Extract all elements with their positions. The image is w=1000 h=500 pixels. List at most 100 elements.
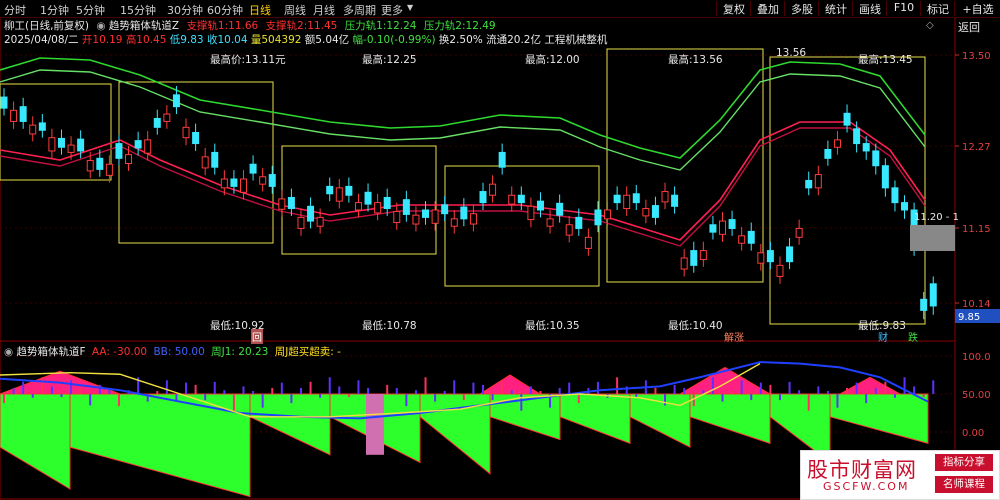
bar-open: 开10.19 xyxy=(81,34,123,46)
sub-signal: 周J超买超卖: - xyxy=(274,346,341,358)
crosshair-label: 11.20 - 1 xyxy=(914,212,959,223)
period-tab-6[interactable]: 日线 xyxy=(249,2,271,18)
candle-body xyxy=(546,218,554,227)
toolbar-button-6[interactable]: 标记 xyxy=(920,1,955,16)
price-tick: 11.15 xyxy=(962,224,991,235)
candle-body xyxy=(843,112,851,126)
toolbar-button-5[interactable]: F10 xyxy=(886,1,921,16)
period-tab-7[interactable]: 周线 xyxy=(284,2,306,18)
box-high-label: 最高:12.25 xyxy=(362,54,417,66)
period-tab-10[interactable]: 更多 xyxy=(381,2,403,18)
candle-body xyxy=(786,246,794,263)
toolbar-button-3[interactable]: 统计 xyxy=(818,1,853,16)
candle-body xyxy=(316,216,324,227)
candle-body xyxy=(326,185,334,195)
osc-tick: 50.00 xyxy=(962,390,991,401)
indicator-gear-icon[interactable]: ◉ xyxy=(96,20,105,32)
candle-body xyxy=(172,94,180,108)
candle-body xyxy=(67,144,75,153)
pressure1-value: 12.24 xyxy=(386,20,417,32)
candle-body xyxy=(766,250,774,263)
candle-body xyxy=(240,178,247,193)
candle-body xyxy=(268,174,276,187)
support1-value: 11.66 xyxy=(228,20,259,32)
candle-body xyxy=(805,179,813,189)
support1-label: 支撑轨1: xyxy=(186,20,229,32)
candle-body xyxy=(651,205,659,218)
candle-body xyxy=(29,124,37,135)
bar-volume: 量504392 xyxy=(250,34,302,46)
period-tab-9[interactable]: 多周期 xyxy=(343,2,376,18)
candle-body xyxy=(536,200,544,211)
toolbar-button-4[interactable]: 画线 xyxy=(852,1,887,16)
box-high-label: 最高:12.00 xyxy=(525,54,580,66)
period-tab-3[interactable]: 15分钟 xyxy=(120,2,156,18)
osc-pink-area xyxy=(838,376,902,395)
candle-body xyxy=(881,165,889,189)
period-tab-2[interactable]: 5分钟 xyxy=(76,2,105,18)
marker-die: 跌 xyxy=(908,333,918,344)
trend-boxes xyxy=(0,48,926,325)
candle-body xyxy=(479,191,487,204)
candle-body xyxy=(613,194,621,204)
bar-close: 收10.04 xyxy=(206,34,248,46)
candle-body xyxy=(642,208,650,217)
period-tab-8[interactable]: 月线 xyxy=(313,2,335,18)
candle-body xyxy=(872,150,880,167)
sub-zj1: 周J1: 20.23 xyxy=(211,346,269,358)
indicator-name[interactable]: 趋势箱体轨道Z xyxy=(109,20,179,32)
candle-body xyxy=(450,218,458,227)
candle-body xyxy=(517,194,525,204)
sub-indicator-name[interactable]: 趋势箱体轨道F xyxy=(17,346,86,358)
candle-body xyxy=(335,187,343,202)
candle-body xyxy=(38,122,46,131)
toolbar-button-2[interactable]: 多股 xyxy=(784,1,819,16)
candle-body xyxy=(153,117,161,128)
stock-name[interactable]: 柳工(日线,前复权) xyxy=(4,20,89,32)
candle-body xyxy=(929,283,937,307)
sub-gear-icon[interactable]: ◉ xyxy=(4,346,13,358)
candle-body xyxy=(431,209,439,224)
header-line-1: 柳工(日线,前复权) ◉ 趋势箱体轨道Z 支撑轨1:11.66 支撑轨2:11.… xyxy=(4,18,496,33)
candle-body xyxy=(297,216,305,229)
candle-body xyxy=(690,250,698,266)
box-high-label: 最高:13.56 xyxy=(668,54,723,66)
candle-body xyxy=(259,176,267,185)
watermark: 股市财富网 GSCFW.COM 指标分享 名师课程 xyxy=(800,450,1000,500)
candle-body xyxy=(163,113,171,122)
back-button[interactable]: 返回 xyxy=(958,19,980,35)
toolbar-button-7[interactable]: +自选 xyxy=(954,1,1000,16)
period-tab-4[interactable]: 30分钟 xyxy=(167,2,203,18)
bar-high: 高10.45 xyxy=(125,34,167,46)
candle-body xyxy=(211,151,219,168)
candle-body xyxy=(393,210,401,224)
toolbar-button-0[interactable]: 复权 xyxy=(716,1,751,16)
more-chevron-icon[interactable]: ▼ xyxy=(407,3,413,12)
period-tab-5[interactable]: 60分钟 xyxy=(207,2,243,18)
oscillator-layer xyxy=(0,361,935,498)
period-tab-0[interactable]: 分时 xyxy=(4,2,26,18)
candle-body xyxy=(278,198,286,210)
candle-body xyxy=(738,235,746,244)
box-high-label: 最高价:13.11元 xyxy=(210,54,286,66)
header-line-2: 2025/04/08/二 开10.19 高10.45 低9.83 收10.04 … xyxy=(4,32,607,47)
bar-low: 低9.83 xyxy=(169,34,204,46)
chart-area[interactable]: 13.50 12.27 11.15 10.14 100.0 50.00 0.00 9.85 11… xyxy=(0,0,1000,500)
candle-body xyxy=(833,139,841,148)
candle-body xyxy=(719,220,726,235)
candle-body xyxy=(412,214,420,225)
candle-body xyxy=(201,156,209,169)
box-high-label: 最高:13.45 xyxy=(858,54,913,66)
toolbar-button-1[interactable]: 叠加 xyxy=(750,1,785,16)
candle-body xyxy=(354,202,362,211)
pressure2-label: 压力轨2: xyxy=(423,20,466,32)
watermark-sub: GSCFW.COM xyxy=(823,480,910,493)
period-tab-1[interactable]: 1分钟 xyxy=(40,2,69,18)
marker-hui: 回 xyxy=(251,329,263,344)
box-low-label: 最低:10.78 xyxy=(362,320,417,332)
candle-body xyxy=(374,202,382,214)
diamond-icon[interactable]: ◇ xyxy=(926,20,934,31)
kline-canvas[interactable]: 13.50 12.27 11.15 10.14 100.0 50.00 0.00 9.85 11… xyxy=(0,0,1000,500)
candle-body xyxy=(287,196,295,210)
bar-industry: 工程机械整机 xyxy=(544,34,608,46)
